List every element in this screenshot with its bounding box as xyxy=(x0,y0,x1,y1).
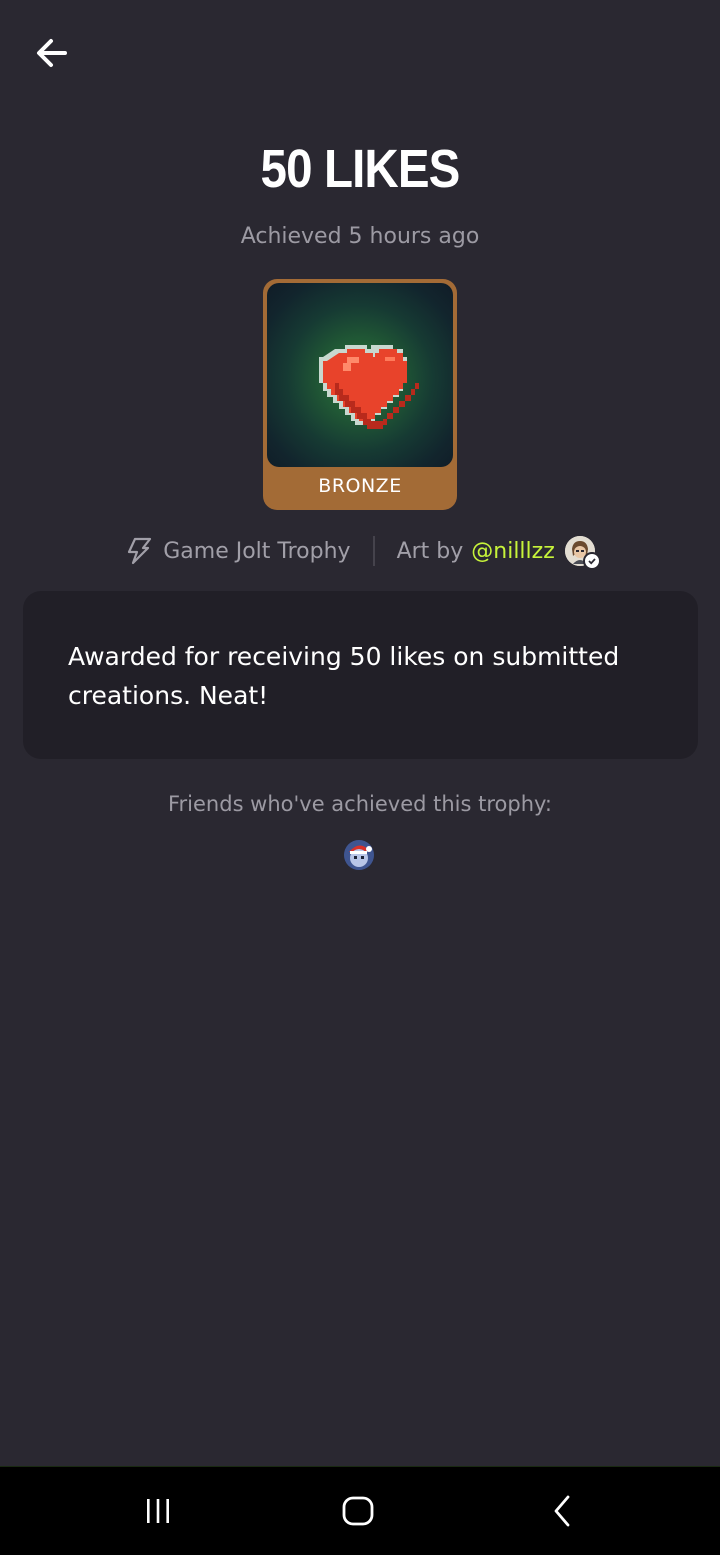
trophy-image xyxy=(267,283,453,467)
recents-button[interactable] xyxy=(128,1487,188,1535)
trophy-tier-label: BRONZE xyxy=(318,475,402,497)
trophy-detail-screen: 50 LIKES Achieved 5 hours ago BRONZE Gam… xyxy=(0,0,720,1555)
achieved-time: Achieved 5 hours ago xyxy=(240,224,480,249)
home-button[interactable] xyxy=(328,1487,388,1535)
friends-label: Friends who've achieved this trophy: xyxy=(167,792,553,816)
system-nav-bar xyxy=(0,1466,720,1555)
trophy-meta-row: Game Jolt Trophy Art by @nilllzz xyxy=(0,533,720,570)
arrow-left-icon xyxy=(37,39,67,67)
verified-badge-icon xyxy=(582,552,601,570)
pixel-heart-icon xyxy=(319,345,419,429)
artist-avatar[interactable] xyxy=(564,536,601,570)
back-button[interactable] xyxy=(28,30,76,76)
friend-avatar[interactable] xyxy=(344,840,374,870)
home-icon xyxy=(342,1496,374,1526)
trophy-card: BRONZE xyxy=(263,279,457,510)
trophy-source: Game Jolt Trophy xyxy=(163,538,351,564)
system-back-button[interactable] xyxy=(532,1487,592,1535)
recents-icon xyxy=(147,1499,169,1523)
meta-divider xyxy=(372,536,375,566)
back-chevron-icon xyxy=(554,1495,570,1527)
game-jolt-icon xyxy=(125,537,153,565)
trophy-title: 50 LIKES xyxy=(260,139,461,199)
art-by-label: Art by xyxy=(396,538,464,564)
artist-link[interactable]: @nilllzz xyxy=(471,539,555,564)
description-card: Awarded for receiving 50 likes on submit… xyxy=(23,591,698,759)
trophy-description: Awarded for receiving 50 likes on submit… xyxy=(68,642,620,710)
